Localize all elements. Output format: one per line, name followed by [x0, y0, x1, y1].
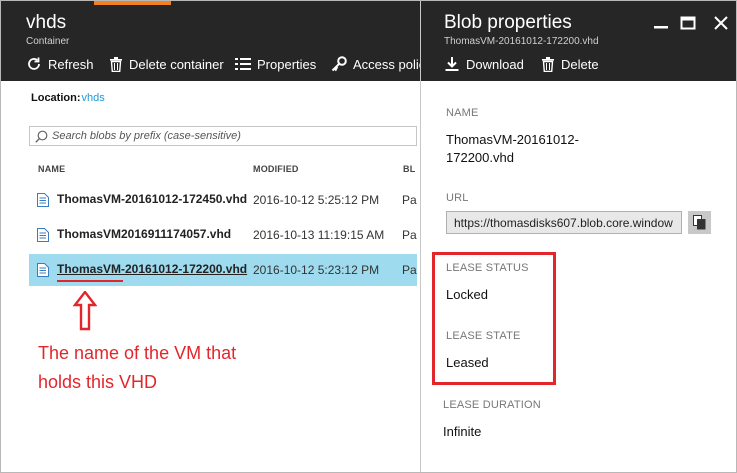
window-frame — [0, 0, 737, 473]
